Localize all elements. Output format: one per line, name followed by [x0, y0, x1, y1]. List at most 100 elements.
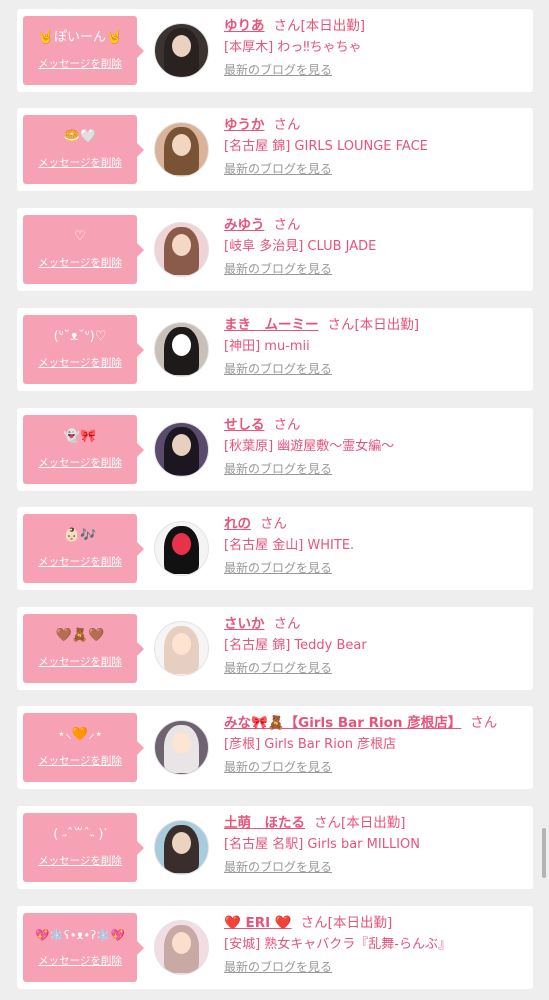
latest-blog-link[interactable]: 最新のブログを見る	[224, 756, 527, 778]
delete-message-link[interactable]: メッセージを削除	[23, 753, 137, 768]
cast-info: さいか さん [名古屋 錦] Teddy Bear 最新のブログを見る	[224, 613, 527, 679]
delete-message-link[interactable]: メッセージを削除	[23, 554, 137, 569]
message-bubble: 👶🏻🎶 メッセージを削除	[23, 514, 144, 583]
honorific: さん	[470, 715, 498, 731]
shop-label: [岐阜 多治見] CLUB JADE	[224, 239, 377, 254]
cast-name-link[interactable]: みゆう	[224, 217, 265, 233]
honorific: さん	[327, 317, 355, 333]
message-text: 🤘ぽいーん🤘	[37, 30, 123, 45]
message-text: 🤎🧸🤎	[55, 628, 105, 643]
cast-name-link[interactable]: 土萌 ほたる	[224, 815, 305, 831]
delete-message-link[interactable]: メッセージを削除	[23, 654, 137, 669]
cast-name-link[interactable]: ゆうか	[224, 117, 265, 133]
cast-name-link[interactable]: ❤️ ERI ❤️	[224, 915, 292, 931]
shop-label: [神田] mu-mii	[224, 339, 310, 354]
message-text: 🥯🤍	[63, 129, 97, 144]
delete-message-link[interactable]: メッセージを削除	[23, 355, 137, 370]
status-badge: [本日出勤]	[341, 815, 406, 831]
honorific: さん	[273, 117, 301, 133]
cast-info: れの さん [名古屋 金山] WHITE. 最新のブログを見る	[224, 513, 527, 579]
cast-info: ❤️ ERI ❤️ さん[本日出勤] [安城] 熟女キャバクラ『乱舞-らんぶ』 最…	[224, 912, 527, 978]
message-card: 🤎🧸🤎 メッセージを削除 さいか さん [名古屋 錦] Teddy Bear 最新…	[17, 607, 533, 690]
delete-message-link[interactable]: メッセージを削除	[23, 455, 137, 470]
avatar[interactable]	[154, 122, 209, 177]
delete-message-link[interactable]: メッセージを削除	[23, 953, 137, 968]
shop-label: [安城] 熟女キャバクラ『乱舞-らんぶ』	[224, 937, 451, 952]
cast-info: まき ムーミー さん[本日出勤] [神田] mu-mii 最新のブログを見る	[224, 314, 527, 380]
message-bubble: ♡ メッセージを削除	[23, 215, 144, 284]
cast-name-link[interactable]: れの	[224, 516, 251, 532]
latest-blog-link[interactable]: 最新のブログを見る	[224, 358, 527, 380]
latest-blog-link[interactable]: 最新のブログを見る	[224, 956, 527, 978]
cast-info: みゆう さん [岐阜 多治見] CLUB JADE 最新のブログを見る	[224, 214, 527, 280]
message-bubble: (ᐡ˘ᴥ˘ᐡ)♡ メッセージを削除	[23, 315, 144, 384]
message-text: 👶🏻🎶	[63, 528, 97, 543]
message-card: 🤘ぽいーん🤘 メッセージを削除 ゆりあ さん[本日出勤] [本厚木] わっ‼ちゃち…	[17, 9, 533, 92]
avatar[interactable]	[154, 322, 209, 377]
message-card: 💖❄️ʕ•ᴥ•ʔ❄️💖 メッセージを削除 ❤️ ERI ❤️ さん[本日出勤] […	[17, 906, 533, 989]
delete-message-link[interactable]: メッセージを削除	[23, 155, 137, 170]
scrollbar-thumb[interactable]	[542, 828, 546, 878]
shop-label: [名古屋 金山] WHITE.	[224, 538, 355, 553]
shop-label: [彦根] Girls Bar Rion 彦根店	[224, 737, 397, 752]
status-badge: [本日出勤]	[354, 317, 420, 333]
message-bubble: ⋆⸜🧡⸝⋆ メッセージを削除	[23, 713, 144, 782]
honorific: さん	[260, 516, 287, 532]
cast-name-link[interactable]: さいか	[224, 616, 265, 632]
honorific: さん	[273, 217, 301, 233]
message-card: 🥯🤍 メッセージを削除 ゆうか さん [名古屋 錦] GIRLS LOUNGE F…	[17, 108, 533, 191]
honorific: さん	[314, 815, 341, 831]
avatar[interactable]	[154, 23, 209, 78]
message-text: ( ˶ˆ꒳ˆ˵ )ᐝ	[53, 827, 107, 842]
shop-label: [本厚木] わっ‼ちゃちゃ	[224, 40, 362, 55]
cast-info: せしる さん [秋葉原] 幽遊屋敷〜霊女編〜 最新のブログを見る	[224, 414, 527, 480]
avatar[interactable]	[154, 720, 209, 775]
message-text: 💖❄️ʕ•ᴥ•ʔ❄️💖	[35, 928, 125, 942]
cast-name-link[interactable]: ゆりあ	[224, 18, 265, 34]
cast-name-link[interactable]: せしる	[224, 417, 265, 433]
message-card: 👶🏻🎶 メッセージを削除 れの さん [名古屋 金山] WHITE. 最新のブログ…	[17, 507, 533, 590]
message-card: 👻🎀 メッセージを削除 せしる さん [秋葉原] 幽遊屋敷〜霊女編〜 最新のブログ…	[17, 408, 533, 491]
shop-label: [秋葉原] 幽遊屋敷〜霊女編〜	[224, 439, 395, 454]
status-badge: [本日出勤]	[327, 915, 393, 931]
latest-blog-link[interactable]: 最新のブログを見る	[224, 557, 527, 579]
latest-blog-link[interactable]: 最新のブログを見る	[224, 856, 527, 878]
honorific: さん	[273, 18, 301, 34]
message-card: ( ˶ˆ꒳ˆ˵ )ᐝ メッセージを削除 土萌 ほたる さん[本日出勤] [名古屋 …	[17, 806, 533, 889]
latest-blog-link[interactable]: 最新のブログを見る	[224, 458, 527, 480]
shop-label: [名古屋 名駅] Girls bar MILLION	[224, 837, 420, 852]
message-text: 👻🎀	[63, 429, 97, 444]
delete-message-link[interactable]: メッセージを削除	[23, 56, 137, 71]
delete-message-link[interactable]: メッセージを削除	[23, 853, 137, 868]
latest-blog-link[interactable]: 最新のブログを見る	[224, 59, 527, 81]
message-bubble: ( ˶ˆ꒳ˆ˵ )ᐝ メッセージを削除	[23, 813, 144, 882]
message-text: ⋆⸜🧡⸝⋆	[57, 727, 103, 742]
cast-info: ゆうか さん [名古屋 錦] GIRLS LOUNGE FACE 最新のブログを見…	[224, 114, 527, 180]
message-text: ♡	[74, 229, 86, 244]
message-card: (ᐡ˘ᴥ˘ᐡ)♡ メッセージを削除 まき ムーミー さん[本日出勤] [神田] m…	[17, 308, 533, 391]
message-bubble: 🤎🧸🤎 メッセージを削除	[23, 614, 144, 683]
honorific: さん	[273, 417, 301, 433]
avatar[interactable]	[154, 621, 209, 676]
cast-name-link[interactable]: みな🎀🧸【Girls Bar Rion 彦根店】	[224, 715, 461, 731]
shop-label: [名古屋 錦] GIRLS LOUNGE FACE	[224, 139, 428, 154]
message-card: ⋆⸜🧡⸝⋆ メッセージを削除 みな🎀🧸【Girls Bar Rion 彦根店】さ…	[17, 706, 533, 789]
latest-blog-link[interactable]: 最新のブログを見る	[224, 258, 527, 280]
honorific: さん	[273, 616, 301, 632]
cast-name-link[interactable]: まき ムーミー	[224, 317, 319, 333]
message-bubble: 👻🎀 メッセージを削除	[23, 415, 144, 484]
latest-blog-link[interactable]: 最新のブログを見る	[224, 657, 527, 679]
honorific: さん	[300, 915, 328, 931]
message-bubble: 🤘ぽいーん🤘 メッセージを削除	[23, 16, 144, 85]
cast-info: みな🎀🧸【Girls Bar Rion 彦根店】 さん [彦根] Girls Ba…	[224, 712, 527, 778]
avatar[interactable]	[154, 222, 209, 277]
avatar[interactable]	[154, 920, 209, 975]
message-card: ♡ メッセージを削除 みゆう さん [岐阜 多治見] CLUB JADE 最新のブ…	[17, 208, 533, 291]
avatar[interactable]	[154, 521, 209, 576]
avatar[interactable]	[154, 422, 209, 477]
delete-message-link[interactable]: メッセージを削除	[23, 255, 137, 270]
message-bubble: 🥯🤍 メッセージを削除	[23, 115, 144, 184]
latest-blog-link[interactable]: 最新のブログを見る	[224, 158, 527, 180]
avatar[interactable]	[154, 820, 209, 875]
shop-label: [名古屋 錦] Teddy Bear	[224, 638, 367, 653]
